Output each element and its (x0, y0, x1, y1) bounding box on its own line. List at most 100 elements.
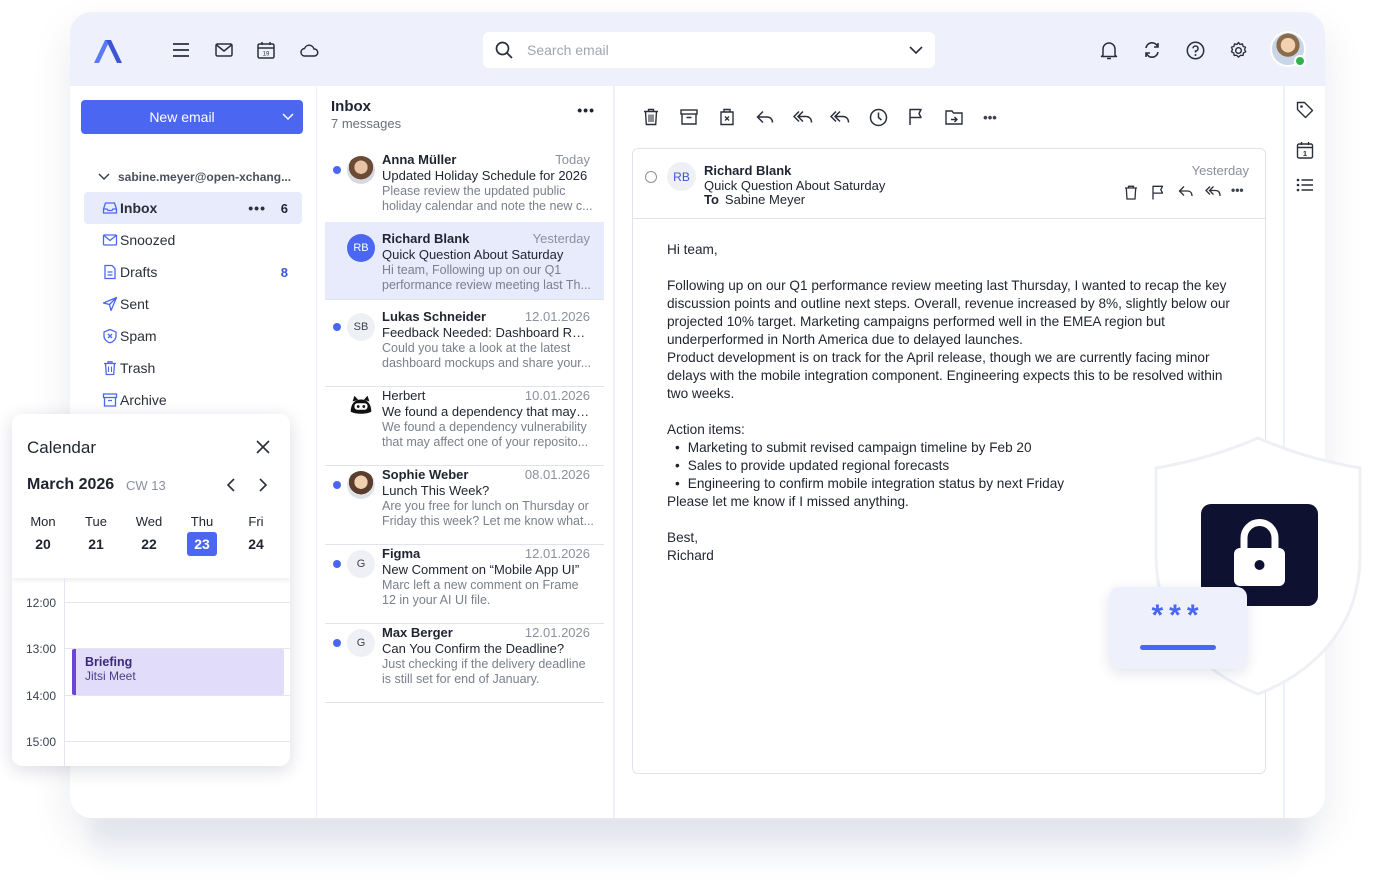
unread-dot (333, 639, 341, 647)
avatar[interactable] (1270, 31, 1306, 67)
list-item[interactable]: SB Lukas Schneider 12.01.2026 Feedback N… (325, 309, 604, 387)
hour-line (64, 602, 290, 603)
chevron-down-icon[interactable] (98, 173, 110, 181)
tag-icon[interactable] (1296, 101, 1314, 119)
message-preview: Please review the updated public holiday… (382, 184, 593, 213)
calendar-icon-day: 19 (263, 52, 270, 58)
action-list: Marketing to submit revised campaign tim… (667, 439, 1231, 493)
message-preview: Are you free for lunch on Thursday or Fr… (382, 499, 594, 528)
password-mask: *** (1151, 599, 1205, 632)
chevron-down-icon[interactable] (909, 45, 923, 55)
delete-icon[interactable] (1124, 185, 1140, 201)
time-axis-line (64, 578, 65, 766)
flag-icon[interactable] (1151, 185, 1167, 201)
archive-icon (102, 392, 118, 408)
trash-icon (102, 360, 118, 376)
move-icon[interactable] (943, 106, 965, 128)
folder-trash[interactable]: Trash (84, 352, 302, 384)
list-item-selected[interactable]: RB Richard Blank Yesterday Quick Questio… (325, 222, 604, 300)
folder-more-button[interactable]: ••• (248, 200, 266, 216)
sync-icon[interactable] (1141, 39, 1163, 61)
search-input[interactable]: Search email (527, 42, 909, 58)
unread-dot (333, 323, 341, 331)
event-location: Jitsi Meet (85, 669, 136, 683)
calendar-icon[interactable]: 19 (255, 39, 277, 61)
menu-icon[interactable] (170, 39, 192, 61)
bell-icon[interactable] (1098, 39, 1120, 61)
message-more-button[interactable]: ••• (1231, 183, 1247, 199)
search-bar[interactable]: Search email (483, 32, 935, 68)
list-item[interactable]: Herbert 10.01.2026 We found a dependency… (325, 388, 604, 466)
calendar-event[interactable]: Briefing Jitsi Meet (72, 649, 284, 695)
list-item[interactable]: G Max Berger 12.01.2026 Can You Confirm … (325, 625, 604, 703)
folder-spam[interactable]: Spam (84, 320, 302, 352)
day-number[interactable]: 22 (134, 532, 164, 556)
list-more-button[interactable]: ••• (577, 102, 595, 118)
list-item[interactable]: Sophie Weber 08.01.2026 Lunch This Week?… (325, 467, 604, 545)
hour-label: 15:00 (26, 735, 57, 749)
reply-all-icon[interactable] (792, 106, 814, 128)
new-email-button[interactable]: New email (81, 100, 303, 134)
snooze-icon[interactable] (867, 106, 889, 128)
gear-icon[interactable] (1227, 39, 1249, 61)
calendar-day-number: 1 (1303, 149, 1307, 158)
day-number[interactable]: 20 (28, 532, 58, 556)
message-sender: Figma (382, 546, 421, 561)
day-number[interactable]: 21 (81, 532, 111, 556)
message-subject: Quick Question About Saturday (704, 178, 886, 193)
weekday-label: Wed (135, 514, 163, 529)
day-number-today[interactable]: 23 (187, 532, 217, 556)
calendar-month: March 2026 (27, 476, 115, 493)
flag-icon[interactable] (905, 106, 927, 128)
event-title: Briefing (85, 655, 133, 669)
list-item[interactable]: Anna Müller Today Updated Holiday Schedu… (325, 152, 604, 230)
help-icon[interactable] (1184, 39, 1206, 61)
reply-all-icon[interactable] (1205, 185, 1221, 201)
recipient-name: Sabine Meyer (724, 192, 806, 207)
list-item: Sales to provide updated regional foreca… (667, 457, 1231, 475)
message-date: 12.01.2026 (524, 625, 590, 640)
message-preview: Just checking if the delivery deadline i… (382, 657, 586, 686)
to-label: To (704, 192, 719, 207)
message-sender: Sophie Weber (382, 467, 469, 482)
close-icon[interactable] (256, 440, 270, 454)
avatar: G (347, 550, 375, 578)
folder-snoozed[interactable]: Snoozed (84, 224, 302, 256)
mail-icon[interactable] (213, 39, 235, 61)
message-subject: We found a dependency that may af... (382, 404, 592, 419)
more-icon[interactable]: ••• (979, 106, 1001, 128)
list-item[interactable]: G Figma 12.01.2026 New Comment on “Mobil… (325, 546, 604, 624)
action-title: Action items: (667, 422, 745, 437)
folder-archive[interactable]: Archive (84, 384, 302, 416)
reply-icon[interactable] (1178, 185, 1194, 201)
calendar-day-icon[interactable]: 1 (1296, 141, 1314, 159)
chevron-left-icon[interactable] (226, 478, 240, 492)
list-icon[interactable] (1296, 178, 1314, 196)
select-radio[interactable] (645, 171, 657, 183)
archive-icon[interactable] (678, 106, 700, 128)
move-trash-icon[interactable] (716, 106, 738, 128)
reply-icon[interactable] (754, 106, 776, 128)
folder-sent[interactable]: Sent (84, 288, 302, 320)
hour-label: 14:00 (26, 689, 57, 703)
signoff: Best, (667, 530, 698, 545)
chevron-right-icon[interactable] (258, 478, 272, 492)
hour-label: 13:00 (26, 642, 57, 656)
logo-icon[interactable] (90, 36, 126, 66)
avatar (347, 156, 375, 184)
cloud-icon[interactable] (298, 39, 320, 61)
delete-icon[interactable] (640, 106, 662, 128)
folder-label: Archive (120, 392, 167, 408)
list-title: Inbox (331, 98, 371, 115)
message-sender: Anna Müller (382, 152, 457, 167)
folder-label: Drafts (120, 264, 158, 280)
account-header[interactable]: sabine.meyer@open-xchang... (98, 170, 291, 184)
folder-inbox[interactable]: Inbox ••• 6 (84, 192, 302, 224)
forward-icon[interactable] (829, 106, 851, 128)
folder-drafts[interactable]: Drafts 8 (84, 256, 302, 288)
day-number[interactable]: 24 (241, 532, 271, 556)
message-subject: Can You Confirm the Deadline? (382, 641, 565, 656)
calendar-popup: Calendar March 2026 CW 13 Mon Tue Wed Th… (12, 414, 290, 766)
message-sender: Max Berger (382, 625, 453, 640)
chevron-down-icon[interactable] (273, 113, 303, 121)
